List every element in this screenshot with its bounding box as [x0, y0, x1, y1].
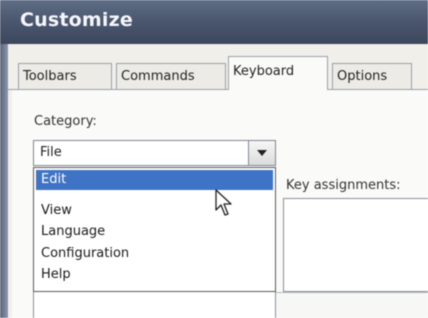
tab-label: Commands	[121, 69, 195, 84]
key-assignments-list[interactable]	[283, 198, 428, 292]
chevron-down-icon	[257, 150, 267, 156]
category-select-value: File	[40, 145, 62, 160]
tab-label: Keyboard	[233, 64, 295, 79]
tab-label: Toolbars	[23, 69, 77, 84]
title-bar[interactable]: Customize	[0, 0, 428, 44]
dropdown-option-help[interactable]: Help	[36, 265, 273, 285]
tab-label: Options	[337, 69, 388, 84]
category-dropdown-button[interactable]	[248, 140, 276, 166]
window-title: Customize	[20, 9, 133, 31]
window-frame-left	[0, 44, 8, 318]
tab-keyboard[interactable]: Keyboard	[228, 56, 328, 90]
tab-commands[interactable]: Commands	[116, 63, 226, 89]
mouse-cursor-icon	[215, 189, 232, 216]
category-dropdown-list[interactable]: Edit View Language Configuration Help	[33, 167, 276, 292]
customize-dialog: Customize Toolbars Commands Keyboard Opt…	[0, 0, 428, 318]
dropdown-option-language[interactable]: Language	[36, 222, 273, 242]
category-select[interactable]: File	[33, 140, 276, 166]
category-label: Category:	[34, 114, 97, 129]
key-assignments-label: Key assignments:	[286, 178, 401, 193]
dropdown-option-edit[interactable]: Edit	[36, 170, 273, 190]
dropdown-option-configuration[interactable]: Configuration	[36, 244, 273, 264]
tab-toolbars[interactable]: Toolbars	[18, 63, 112, 89]
tab-options[interactable]: Options	[332, 63, 412, 89]
command-list[interactable]	[33, 292, 276, 318]
